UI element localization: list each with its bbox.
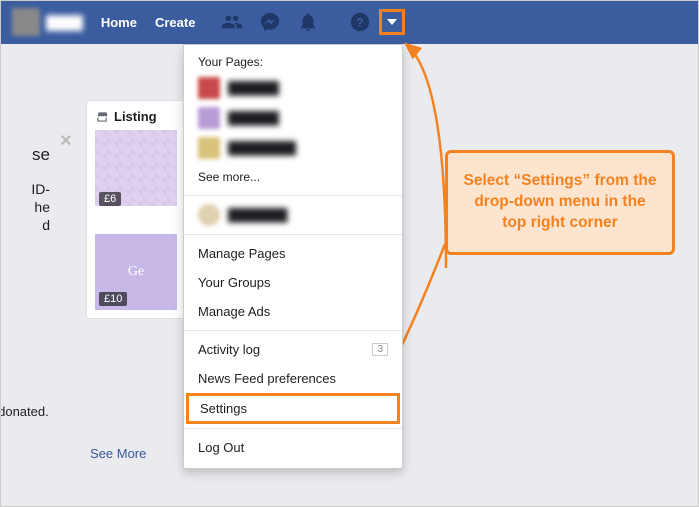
manage-pages-item[interactable]: Manage Pages: [184, 239, 402, 268]
activity-log-label: Activity log: [198, 342, 260, 357]
left-text-1: se: [0, 144, 50, 166]
divider: [184, 195, 402, 196]
news-feed-prefs-item[interactable]: News Feed preferences: [184, 364, 402, 393]
left-text-3: he: [0, 198, 50, 216]
page-thumb-icon: [198, 137, 220, 159]
callout-text: Select “Settings” from the drop-down men…: [464, 172, 657, 231]
account-dropdown: Your Pages: ██████ ██████ ████████ See m…: [183, 44, 403, 469]
activity-log-item[interactable]: Activity log 3: [184, 335, 402, 364]
page-row-1[interactable]: ██████: [184, 73, 402, 103]
close-icon[interactable]: ×: [60, 130, 72, 153]
name-row-label: ███████: [228, 208, 288, 222]
settings-item[interactable]: Settings: [186, 393, 400, 424]
page-name-1: ██████: [228, 81, 279, 95]
listing-card: Listing £6 Ge £10: [86, 100, 186, 319]
top-nav-bar: ████ Home Create ?: [0, 0, 699, 44]
page-name-2: ██████: [228, 111, 279, 125]
page-name-3: ████████: [228, 141, 296, 155]
storefront-icon: [95, 110, 109, 124]
log-out-item[interactable]: Log Out: [184, 433, 402, 462]
avatar-icon: [198, 204, 220, 226]
name-row[interactable]: ███████: [184, 200, 402, 230]
account-menu-caret[interactable]: [379, 9, 405, 35]
page-thumb-icon: [198, 77, 220, 99]
page-row-2[interactable]: ██████: [184, 103, 402, 133]
activity-count-badge: 3: [372, 343, 388, 356]
price-badge-2: £10: [99, 292, 127, 306]
listing-header: Listing: [95, 109, 177, 124]
your-groups-item[interactable]: Your Groups: [184, 268, 402, 297]
divider: [184, 428, 402, 429]
page-row-3[interactable]: ████████: [184, 133, 402, 163]
svg-text:?: ?: [357, 16, 364, 30]
listing-thumb-2[interactable]: Ge £10: [95, 234, 177, 310]
chevron-down-icon: [387, 19, 397, 25]
left-text-2: ID-: [0, 180, 50, 198]
help-icon[interactable]: ?: [349, 11, 371, 33]
friends-icon[interactable]: [221, 11, 243, 33]
create-link[interactable]: Create: [155, 15, 195, 30]
left-text-4: d: [0, 216, 50, 234]
page-thumb-icon: [198, 107, 220, 129]
divider: [184, 234, 402, 235]
price-badge-1: £6: [99, 192, 121, 206]
instruction-callout: Select “Settings” from the drop-down men…: [445, 150, 675, 255]
donated-text: s donated.: [0, 404, 49, 419]
thumb2-label: Ge: [128, 264, 144, 280]
username-link[interactable]: ████: [46, 15, 83, 30]
see-more-pages[interactable]: See more...: [184, 163, 402, 191]
divider: [184, 330, 402, 331]
cropped-left-text: se ID- he d: [0, 144, 50, 235]
avatar[interactable]: [12, 8, 40, 36]
see-more-link[interactable]: See More: [90, 446, 146, 461]
your-pages-label: Your Pages:: [184, 49, 402, 73]
listing-label: Listing: [114, 109, 157, 124]
notifications-icon[interactable]: [297, 11, 319, 33]
home-link[interactable]: Home: [101, 15, 137, 30]
messenger-icon[interactable]: [259, 11, 281, 33]
manage-ads-item[interactable]: Manage Ads: [184, 297, 402, 326]
